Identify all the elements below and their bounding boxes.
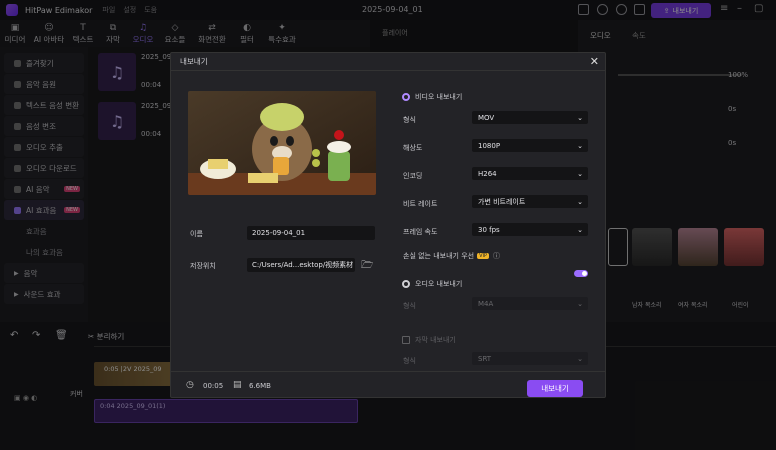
folder-icon[interactable]: 🗁 <box>361 258 373 275</box>
subtitle-format-value: SRT <box>478 354 492 363</box>
format-value: MOV <box>478 113 495 122</box>
lossless-toggle[interactable] <box>574 270 588 277</box>
bitrate-select[interactable]: 가변 비트레이트 ⌄ <box>472 195 588 208</box>
vip-badge: VIP <box>477 253 489 259</box>
video-export-option[interactable]: 비디오 내보내기 <box>402 92 462 102</box>
fps-select[interactable]: 30 fps ⌄ <box>472 223 588 236</box>
path-input[interactable]: C:/Users/Ad...esktop/视频素材 <box>247 258 355 272</box>
resolution-select[interactable]: 1080P ⌄ <box>472 139 588 152</box>
chevron-down-icon: ⌄ <box>577 169 583 178</box>
video-export-radio[interactable] <box>402 93 410 101</box>
audio-export-option[interactable]: 오디오 내보내기 <box>402 279 462 289</box>
name-label: 이름 <box>190 230 203 238</box>
video-export-label: 비디오 내보내기 <box>415 93 463 101</box>
encoding-value: H264 <box>478 169 497 178</box>
dialog-title: 내보내기 <box>180 57 208 66</box>
dialog-footer: ◷ 00:05 ▤ 6.6MB 내보내기 <box>171 371 605 398</box>
subtitle-format-label: 형식 <box>403 357 416 365</box>
audio-format-label: 형식 <box>403 302 416 310</box>
chevron-down-icon: ⌄ <box>577 225 583 234</box>
name-input[interactable]: 2025-09-04_01 <box>247 226 375 240</box>
chevron-down-icon: ⌄ <box>577 197 583 206</box>
chevron-down-icon: ⌄ <box>577 141 583 150</box>
audio-export-label: 오디오 내보내기 <box>415 280 463 288</box>
duration-value: 00:05 <box>203 382 224 390</box>
export-button[interactable]: 내보내기 <box>527 380 583 397</box>
resolution-label: 해상도 <box>403 144 423 152</box>
fps-value: 30 fps <box>478 225 500 234</box>
clock-icon: ◷ <box>186 380 194 390</box>
path-label: 저장위치 <box>190 262 216 270</box>
app-window: HitPaw Edimakor 파일 설정 도움 2025-09-04_01 ⇪… <box>0 0 776 450</box>
encoding-label: 인코딩 <box>403 172 423 180</box>
audio-format-select[interactable]: M4A ⌄ <box>472 297 588 310</box>
bitrate-label: 비트 레이트 <box>403 200 438 208</box>
video-preview <box>188 91 376 195</box>
close-icon[interactable]: ✕ <box>590 55 599 68</box>
file-size-value: 6.6MB <box>249 382 271 390</box>
subtitle-checkbox[interactable] <box>402 336 410 344</box>
file-size-icon: ▤ <box>233 380 242 390</box>
subtitle-format-select[interactable]: SRT ⌄ <box>472 352 588 365</box>
audio-export-radio[interactable] <box>402 280 410 288</box>
chevron-down-icon: ⌄ <box>577 299 583 308</box>
lossless-label: 손실 없는 내보내기 우선 <box>403 252 475 260</box>
chevron-down-icon: ⌄ <box>577 354 583 363</box>
fps-label: 프레임 속도 <box>403 228 438 236</box>
audio-format-value: M4A <box>478 299 494 308</box>
info-icon[interactable]: ⓘ <box>493 251 500 261</box>
format-select[interactable]: MOV ⌄ <box>472 111 588 124</box>
subtitle-export-option[interactable]: 자막 내보내기 <box>402 335 456 345</box>
bitrate-value: 가변 비트레이트 <box>478 197 526 206</box>
resolution-value: 1080P <box>478 141 501 150</box>
lossless-row: 손실 없는 내보내기 우선 VIP ⓘ <box>403 251 500 261</box>
subtitle-export-label: 자막 내보내기 <box>415 336 456 344</box>
format-label: 형식 <box>403 116 416 124</box>
encoding-select[interactable]: H264 ⌄ <box>472 167 588 180</box>
preview-image <box>188 91 376 195</box>
export-dialog: 내보내기 ✕ 이름 2025-09-04_01 저장위치 C:/Users/Ad… <box>170 52 606 398</box>
chevron-down-icon: ⌄ <box>577 113 583 122</box>
dialog-header: 내보내기 <box>171 53 605 71</box>
